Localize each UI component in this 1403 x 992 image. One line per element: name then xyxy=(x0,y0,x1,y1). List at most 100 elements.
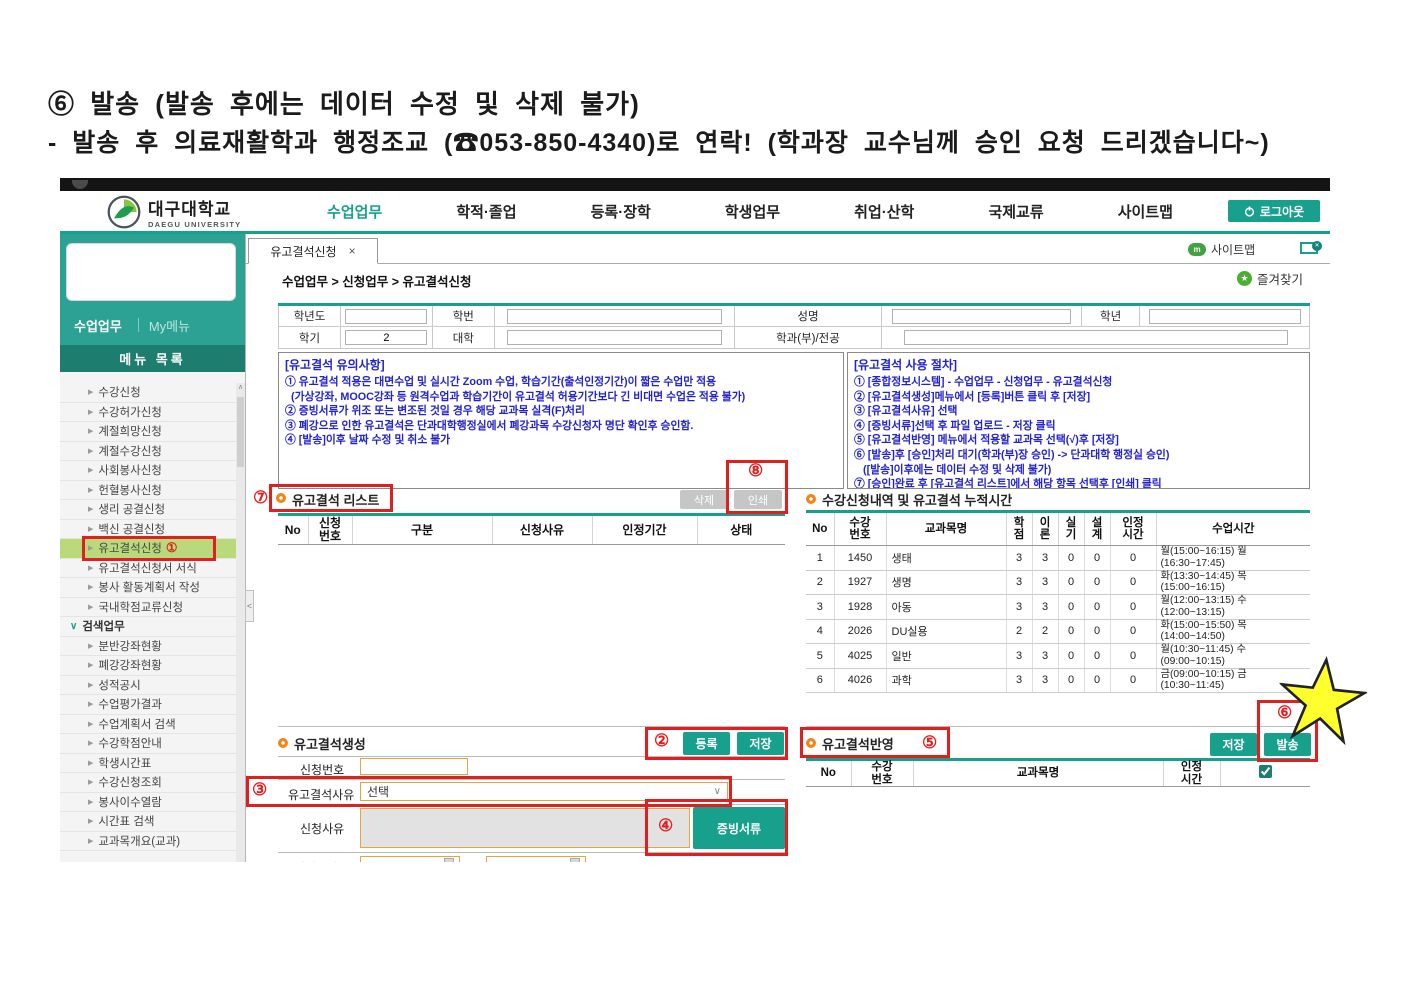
table-row[interactable]: 1 1450 생태 3 3 0 0 0 월(15:00~16:15) 월(16:30~17:45… xyxy=(806,545,1310,571)
nav-item-2[interactable]: 등록·장학 xyxy=(591,201,651,222)
section-bullet-icon xyxy=(278,738,288,748)
nav-item-4[interactable]: 취업·산학 xyxy=(854,201,914,222)
nav-item-3[interactable]: 학생업무 xyxy=(725,201,780,222)
evidence-button[interactable]: 증빙서류 xyxy=(693,807,785,849)
app-no-input[interactable] xyxy=(360,758,468,775)
sidebar-item-20[interactable]: ▶ 수강신청조회 xyxy=(60,773,236,793)
detail-reason-textarea[interactable] xyxy=(360,808,690,848)
table-cell: 2026 xyxy=(833,619,886,644)
sidebar-item-18[interactable]: ▶ 수강학점안내 xyxy=(60,734,236,754)
sidebar-item-5[interactable]: ▶ 헌혈봉사신청 xyxy=(60,480,236,500)
period-tilde: ~ xyxy=(472,858,479,862)
tab-absence-application[interactable]: 유고결석신청 × xyxy=(248,238,378,264)
sidebar-item-9[interactable]: ▶ 유고결석신청서 서식 xyxy=(60,558,236,578)
table-cell: 3 xyxy=(1005,570,1032,595)
label-college: 대학 xyxy=(431,326,495,349)
sidebar-item-8[interactable]: ▶ 유고결석신청 ① xyxy=(60,539,236,559)
table-row[interactable]: 2 1927 생명 3 3 0 0 0 화(13:30~14:45) 목(15:00~16:15… xyxy=(806,570,1310,595)
nav-item-0[interactable]: 수업업무 xyxy=(327,201,382,222)
marker-5: ⑤ xyxy=(922,733,938,752)
tab-close-icon[interactable]: × xyxy=(349,244,356,258)
sidebar-item-22[interactable]: ▶ 시간표 검색 xyxy=(60,812,236,832)
scroll-up-icon[interactable]: ∧ xyxy=(236,383,245,391)
sidebar-item-17[interactable]: ▶ 수업계획서 검색 xyxy=(60,714,236,734)
nav-item-6[interactable]: 사이트맵 xyxy=(1118,201,1173,222)
sidebar-item-21[interactable]: ▶ 봉사이수열람 xyxy=(60,792,236,812)
university-emblem-icon xyxy=(107,195,141,229)
student-id-input[interactable] xyxy=(506,308,722,324)
calendar-icon[interactable] xyxy=(570,858,580,862)
column-header: 구분 xyxy=(351,514,492,545)
table-cell: 5 xyxy=(806,643,834,669)
window-top-bar xyxy=(60,178,1330,191)
sidebar-item-label: 수업계획서 검색 xyxy=(98,718,176,731)
select-all-checkbox[interactable] xyxy=(1258,765,1272,779)
university-logo: 대구대학교 DAEGU UNIVERSITY xyxy=(106,194,241,230)
sidebar-item-7[interactable]: ▶ 백신 공결신청 xyxy=(60,519,236,539)
arrow-right-icon: ▶ xyxy=(88,525,94,533)
sidebar-item-12[interactable]: ∨ 검색업무 xyxy=(60,617,236,637)
name-input[interactable] xyxy=(892,308,1072,324)
sidebar-item-19[interactable]: ▶ 학생시간표 xyxy=(60,753,236,773)
sidebar-item-13[interactable]: ▶ 분반강좌현황 xyxy=(60,636,236,656)
sidebar-item-3[interactable]: ▶ 계절수강신청 xyxy=(60,441,236,461)
sidebar-content-divider xyxy=(245,234,246,862)
sidebar-item-label: 수강신청 xyxy=(98,387,141,400)
table-cell: 3 xyxy=(1031,545,1058,571)
sitemap-link[interactable]: m 사이트맵 xyxy=(1188,241,1255,258)
sidebar-item-10[interactable]: ▶ 봉사 활동계획서 작성 xyxy=(60,578,236,598)
arrow-right-icon: ▶ xyxy=(88,740,94,748)
notice-line: ③ 폐강으로 인한 유고결석은 단과대학행정실에서 폐강과목 수강신청자 명단 … xyxy=(285,419,694,432)
sidebar-item-1[interactable]: ▶ 수강허가신청 xyxy=(60,402,236,422)
college-input[interactable] xyxy=(506,330,722,345)
nav-item-5[interactable]: 국제교류 xyxy=(988,201,1043,222)
sidebar-item-14[interactable]: ▶ 폐강강좌현황 xyxy=(60,656,236,676)
semester-input[interactable] xyxy=(345,330,428,345)
sidebar-item-2[interactable]: ▶ 계절희망신청 xyxy=(60,422,236,442)
row-divider xyxy=(278,804,785,805)
table-row[interactable]: 3 1928 아동 3 3 0 0 0 월(12:00~13:15) 수(12:00~13:15… xyxy=(806,594,1310,620)
table-row[interactable]: 4 2026 DU실용 2 2 0 0 0 화(15:00~15:50) 목(14:00~14:… xyxy=(806,619,1310,644)
create-section-divider xyxy=(278,726,785,727)
main-nav: 수업업무 학적·졸업 등록·장학 학생업무 취업·산학 국제교류 사이트맵 xyxy=(290,191,1210,231)
sidebar-item-label: 계절수강신청 xyxy=(98,445,162,458)
sidebar-tab-mymenu[interactable]: My메뉴 xyxy=(149,316,190,335)
calendar-icon[interactable] xyxy=(444,858,454,862)
column-header: 교과목명 xyxy=(912,759,1163,787)
register-button[interactable]: 등록 xyxy=(683,732,730,755)
nav-item-1[interactable]: 학적·졸업 xyxy=(456,201,516,222)
table-row[interactable]: 5 4025 일반 3 3 0 0 0 월(10:30~11:45) 수(09:00~10:15… xyxy=(806,643,1310,669)
sidebar-item-0[interactable]: ▶ 수강신청 xyxy=(60,383,236,403)
marker-4: ④ xyxy=(658,816,674,835)
absence-reason-select[interactable]: 선택 ∨ xyxy=(360,782,728,801)
university-name-kr: 대구대학교 xyxy=(148,200,232,219)
sidebar-scrollbar[interactable]: ∧ xyxy=(236,383,245,862)
sidebar-item-6[interactable]: ▶ 생리 공결신청 xyxy=(60,500,236,520)
column-header: 학 점 xyxy=(1005,511,1032,546)
sidebar-item-15[interactable]: ▶ 성적공시 xyxy=(60,675,236,695)
enrollment-title: 수강신청내역 및 유고결석 누적시간 xyxy=(822,493,1013,508)
sidebar-tab-work[interactable]: 수업업무 xyxy=(74,316,122,335)
sidebar-item-16[interactable]: ▶ 수업평가결과 xyxy=(60,695,236,715)
apply-save-button[interactable]: 저장 xyxy=(1210,733,1257,756)
create-save-button[interactable]: 저장 xyxy=(737,732,784,755)
grade-input[interactable] xyxy=(1148,308,1301,324)
sidebar-item-label: 사회봉사신청 xyxy=(98,465,162,478)
app-no-label: 신청번호 xyxy=(300,763,345,777)
sidebar-item-23[interactable]: ▶ 교과목개요(교과) xyxy=(60,831,236,851)
logout-button[interactable]: 로그아웃 xyxy=(1228,200,1320,222)
sidebar-item-11[interactable]: ▶ 국내학점교류신청 xyxy=(60,597,236,617)
favorite-button[interactable]: ★ 즐겨찾기 xyxy=(1237,269,1303,288)
arrow-right-icon: ▶ xyxy=(88,837,94,845)
arrow-right-icon: ▶ xyxy=(88,564,94,572)
sidebar-item-label: 유고결석신청 xyxy=(98,543,162,556)
popup-window-icon[interactable] xyxy=(1300,241,1322,254)
sidebar-collapse-handle[interactable]: < xyxy=(245,590,254,622)
year-input[interactable] xyxy=(345,308,428,324)
sidebar-scroll-thumb[interactable] xyxy=(237,397,244,467)
print-button[interactable]: 인쇄 xyxy=(734,490,782,509)
table-row[interactable]: 6 4026 과학 3 3 0 0 0 금(09:00~10:15) 금(10:30~11:45… xyxy=(806,668,1310,693)
sidebar-item-4[interactable]: ▶ 사회봉사신청 xyxy=(60,461,236,481)
delete-button[interactable]: 삭제 xyxy=(680,490,728,509)
department-input[interactable] xyxy=(903,330,1288,345)
